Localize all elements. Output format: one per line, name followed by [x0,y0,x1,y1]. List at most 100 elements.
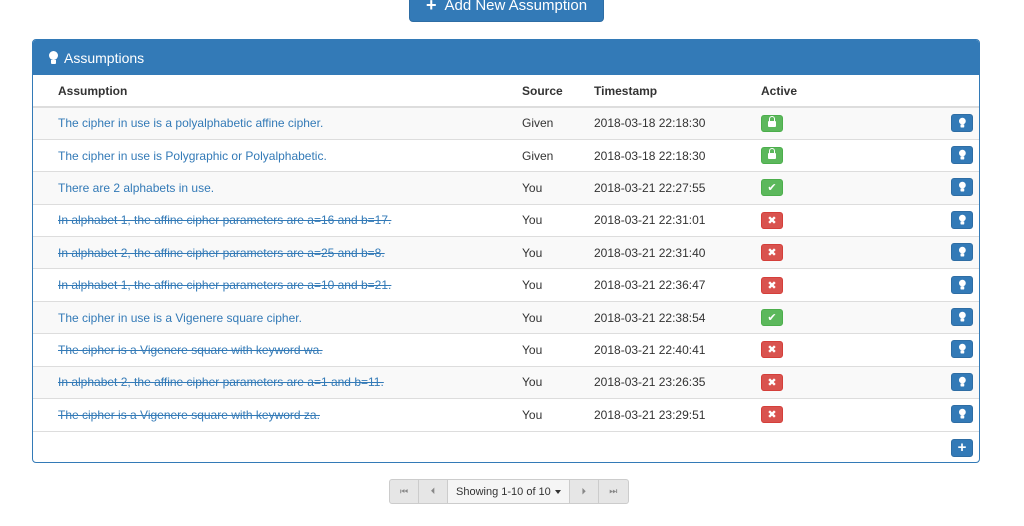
assumption-cell: In alphabet 1, the affine cipher paramet… [33,268,522,302]
column-header-actions [941,75,979,108]
active-badge[interactable]: ✔ [761,179,783,197]
locked-badge[interactable] [761,114,783,132]
close-icon: ✖ [767,279,777,292]
hint-button[interactable] [951,405,973,424]
assumption-cell: In alphabet 2, the affine cipher paramet… [33,236,522,269]
assumption-cell: In alphabet 2, the affine cipher paramet… [33,365,522,399]
lightbulb-icon [958,149,966,161]
source-cell: You [522,300,594,334]
close-icon: ✖ [767,376,777,389]
close-icon: ✖ [767,344,777,357]
lightbulb-icon [48,50,58,65]
previous-page-icon: ⏴ [430,486,436,496]
hint-button[interactable] [951,113,973,132]
column-header-source: Source [522,75,594,108]
inactive-badge[interactable]: ✖ [761,406,783,424]
table-row: The cipher is a Vigenere square with key… [33,333,979,367]
assumption-cell: In alphabet 1, the affine cipher paramet… [33,203,522,237]
table-footer: + [33,430,979,462]
inactive-badge[interactable]: ✖ [761,373,783,391]
source-cell: Given [522,138,594,172]
hint-button[interactable] [951,210,973,229]
hint-button[interactable] [951,308,973,327]
first-page-button[interactable]: ⏮ [390,480,419,503]
panel-title: Assumptions [64,49,145,66]
check-icon: ✔ [767,312,777,325]
page-size-dropdown[interactable]: Showing 1-10 of 10 [448,480,570,503]
timestamp-cell: 2018-03-21 23:29:51 [594,398,761,431]
timestamp-cell: 2018-03-18 22:18:30 [594,138,761,172]
assumption-link[interactable]: In alphabet 2, the affine cipher paramet… [58,246,385,260]
table-row: There are 2 alphabets in use. You 2018-0… [33,171,979,205]
lock-icon [768,148,776,160]
inactive-badge[interactable]: ✖ [761,341,783,359]
inactive-badge[interactable]: ✖ [761,276,783,294]
close-icon: ✖ [767,214,777,227]
last-page-button[interactable]: ⏭ [599,480,628,503]
plus-icon: + [957,439,967,457]
lightbulb-icon [958,409,966,420]
assumption-link[interactable]: In alphabet 1, the affine cipher paramet… [58,278,391,292]
active-cell: ✖ [761,333,941,367]
column-header-active: Active [761,75,941,108]
source-cell: You [522,365,594,399]
locked-badge[interactable] [761,147,783,165]
actions-cell [941,268,979,302]
actions-cell [941,236,979,269]
check-icon: ✔ [767,182,777,195]
active-cell: ✖ [761,268,941,302]
hint-button[interactable] [951,275,973,294]
hint-button[interactable] [951,146,973,165]
column-header-timestamp: Timestamp [594,75,761,108]
lightbulb-icon [958,344,966,355]
assumption-cell: The cipher in use is a polyalphabetic af… [33,106,522,140]
next-page-button[interactable]: ⏵ [570,480,599,503]
first-page-icon: ⏮ [399,486,409,496]
close-icon: ✖ [767,247,777,260]
hint-button[interactable] [951,340,973,359]
hint-button[interactable] [951,243,973,262]
assumption-link[interactable]: The cipher in use is a polyalphabetic af… [58,116,323,130]
lightbulb-icon [958,247,966,258]
source-cell: You [522,203,594,237]
add-row-button[interactable]: + [951,438,973,457]
timestamp-cell: 2018-03-21 23:26:35 [594,365,761,399]
caret-down-icon [554,489,561,494]
table-row: The cipher in use is a polyalphabetic af… [33,106,979,140]
assumption-link[interactable]: The cipher is a Vigenere square with key… [58,343,323,357]
active-cell: ✖ [761,236,941,269]
assumption-cell: The cipher in use is a Vigenere square c… [33,300,522,334]
inactive-badge[interactable]: ✖ [761,211,783,229]
assumption-link[interactable]: In alphabet 2, the affine cipher paramet… [58,375,384,389]
inactive-badge[interactable]: ✖ [761,244,783,262]
column-header-assumption: Assumption [33,75,522,108]
assumption-link[interactable]: The cipher is a Vigenere square with key… [58,408,320,422]
table-row: The cipher is a Vigenere square with key… [33,398,979,431]
add-new-assumption-button[interactable]: + Add New Assumption [409,0,604,22]
hint-button[interactable] [951,372,973,391]
lightbulb-icon [958,376,966,388]
panel-heading: Assumptions [33,40,979,75]
assumption-cell: The cipher is a Vigenere square with key… [33,333,522,367]
timestamp-cell: 2018-03-21 22:31:01 [594,203,761,237]
assumptions-table: Assumption Source Timestamp Active The c… [33,75,979,431]
assumption-link[interactable]: The cipher in use is a Vigenere square c… [58,311,302,325]
lightbulb-icon [958,182,966,193]
table-row: In alphabet 2, the affine cipher paramet… [33,365,979,399]
next-page-icon: ⏵ [581,486,587,496]
hint-button[interactable] [951,178,973,197]
active-cell: ✖ [761,398,941,431]
pager-label: Showing 1-10 of 10 [456,485,551,498]
timestamp-cell: 2018-03-21 22:27:55 [594,171,761,205]
actions-cell [941,365,979,399]
assumption-link[interactable]: In alphabet 1, the affine cipher paramet… [58,213,391,227]
active-badge[interactable]: ✔ [761,309,783,327]
table-row: The cipher in use is a Vigenere square c… [33,300,979,334]
table-row: The cipher in use is Polygraphic or Poly… [33,138,979,172]
timestamp-cell: 2018-03-21 22:36:47 [594,268,761,302]
actions-cell [941,333,979,367]
assumption-link[interactable]: There are 2 alphabets in use. [58,181,214,195]
assumption-link[interactable]: The cipher in use is Polygraphic or Poly… [58,149,327,163]
source-cell: You [522,333,594,367]
previous-page-button[interactable]: ⏴ [419,480,448,503]
